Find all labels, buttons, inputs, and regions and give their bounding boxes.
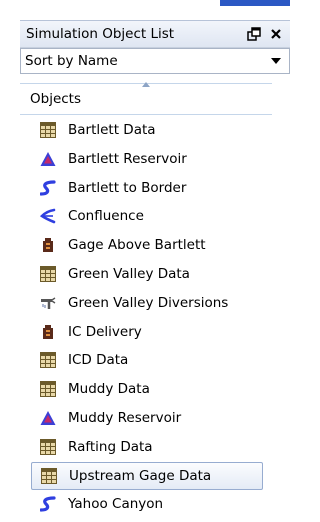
sort-dropdown-value: Sort by Name <box>25 53 118 69</box>
list-item-label: Gage Above Bartlett <box>68 237 206 254</box>
list-item[interactable]: Bartlett Data <box>20 116 278 144</box>
list-item-label: Green Valley Diversions <box>68 294 229 311</box>
gage-icon <box>40 237 56 253</box>
list-item-label: Bartlett to Border <box>68 179 187 196</box>
gage-icon <box>40 324 56 340</box>
data-grid-icon <box>40 381 56 398</box>
list-item[interactable]: Upstream Gage Data <box>31 461 263 490</box>
top-accent-bar <box>220 0 290 6</box>
panel-title: Simulation Object List <box>26 26 175 42</box>
objects-column-header[interactable]: Objects <box>20 82 272 115</box>
list-item[interactable]: Bartlett to Border <box>20 174 278 202</box>
sort-dropdown[interactable]: Sort by Name <box>20 48 290 74</box>
data-grid-icon <box>40 122 56 138</box>
list-item[interactable]: Gage Above Bartlett <box>20 231 278 259</box>
list-item-label: Muddy Reservoir <box>68 410 182 426</box>
reservoir-triangle-icon <box>40 410 56 426</box>
list-item-label: Bartlett Reservoir <box>68 150 187 167</box>
vertical-scrollbar[interactable] <box>278 116 290 522</box>
list-item[interactable]: Green Valley Diversions <box>20 289 278 317</box>
confluence-icon <box>39 208 56 224</box>
list-item-label: Green Valley Data <box>68 266 190 282</box>
list-item-label: ICD Data <box>68 352 129 369</box>
list-item-label: Confluence <box>68 208 144 225</box>
list-item[interactable]: Bartlett Reservoir <box>20 145 278 173</box>
list-item[interactable]: Green Valley Data <box>20 260 278 288</box>
list-item[interactable]: Yahoo Canyon <box>20 490 278 518</box>
reach-icon <box>39 179 56 196</box>
panel-title-bar: Simulation Object List <box>20 20 290 48</box>
chevron-down-icon[interactable] <box>271 58 281 64</box>
list-item-label: Yahoo Canyon <box>68 496 164 513</box>
reach-icon <box>39 496 56 512</box>
list-item[interactable]: Muddy Reservoir <box>20 404 278 432</box>
object-list: Bartlett Data Bartlett Reservoir Bartlett … <box>20 116 279 522</box>
sort-ascending-icon <box>142 82 150 87</box>
list-item-label: IC Delivery <box>68 323 142 340</box>
data-grid-icon <box>40 266 56 282</box>
list-item[interactable]: Muddy Data <box>20 375 278 403</box>
pin-icon[interactable] <box>246 26 262 42</box>
list-item-label: Upstream Gage Data <box>69 467 212 484</box>
diversion-icon <box>40 295 56 311</box>
simulation-object-list-panel: Simulation Object List Sort by Name Obje… <box>20 0 290 522</box>
list-item[interactable]: ICD Data <box>20 346 278 374</box>
objects-header-label: Objects <box>30 91 82 107</box>
data-grid-icon <box>40 438 56 455</box>
list-item[interactable]: IC Delivery <box>20 318 278 346</box>
list-item[interactable]: Rafting Data <box>20 433 278 461</box>
list-item-label: Bartlett Data <box>68 122 156 138</box>
list-item[interactable]: Confluence <box>20 202 278 230</box>
data-grid-icon <box>41 467 57 484</box>
data-grid-icon <box>40 352 56 369</box>
left-margin <box>0 0 20 522</box>
list-item-label: Muddy Data <box>68 381 150 398</box>
close-icon[interactable] <box>268 26 284 42</box>
reservoir-triangle-icon <box>40 151 56 167</box>
list-item-label: Rafting Data <box>68 438 153 455</box>
